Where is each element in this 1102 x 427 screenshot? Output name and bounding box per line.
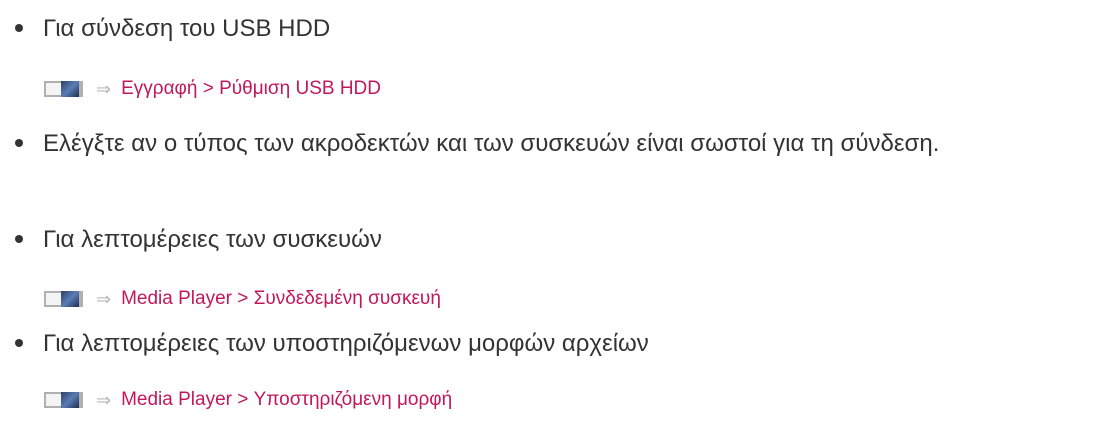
arrow-right-icon: ⇒ bbox=[96, 79, 112, 99]
bullet-icon bbox=[15, 125, 43, 162]
menu-tv-icon bbox=[44, 77, 90, 101]
menu-path-text[interactable]: Media Player > Υποστηριζόμενη μορφή bbox=[121, 386, 452, 414]
menu-tv-icon bbox=[44, 287, 90, 311]
menu-tv-icon bbox=[44, 388, 90, 412]
bullet-item: Για σύνδεση του USB HDD bbox=[15, 10, 1083, 47]
bullet-text: Για λεπτομέρειες των συσκευών bbox=[43, 226, 382, 253]
bullet-text: Ελέγξτε αν ο τύπος των ακροδεκτών και τω… bbox=[43, 130, 940, 157]
arrow-right-icon: ⇒ bbox=[96, 289, 112, 309]
bullet-text: Για σύνδεση του USB HDD bbox=[43, 15, 331, 42]
help-page: Για σύνδεση του USB HDD ⇒ Εγγραφή > Ρύθμ… bbox=[0, 0, 1102, 427]
menu-path-text[interactable]: Media Player > Συνδεδεμένη συσκευή bbox=[121, 285, 441, 313]
bullet-text: Για λεπτομέρειες των υποστηριζόμενων μορ… bbox=[43, 330, 649, 357]
menu-path-link[interactable]: ⇒ Media Player > Συνδεδεμένη συσκευή bbox=[44, 285, 441, 313]
bullet-item: Για λεπτομέρειες των υποστηριζόμενων μορ… bbox=[15, 325, 1083, 362]
bullet-item: Ελέγξτε αν ο τύπος των ακροδεκτών και τω… bbox=[15, 125, 1083, 162]
arrow-right-icon: ⇒ bbox=[96, 390, 112, 410]
bullet-icon bbox=[15, 10, 43, 47]
bullet-item: Για λεπτομέρειες των συσκευών bbox=[15, 221, 1083, 258]
bullet-icon bbox=[15, 221, 43, 258]
bullet-icon bbox=[15, 325, 43, 362]
menu-path-text[interactable]: Εγγραφή > Ρύθμιση USB HDD bbox=[121, 75, 381, 103]
menu-path-link[interactable]: ⇒ Media Player > Υποστηριζόμενη μορφή bbox=[44, 386, 452, 414]
menu-path-link[interactable]: ⇒ Εγγραφή > Ρύθμιση USB HDD bbox=[44, 75, 381, 103]
